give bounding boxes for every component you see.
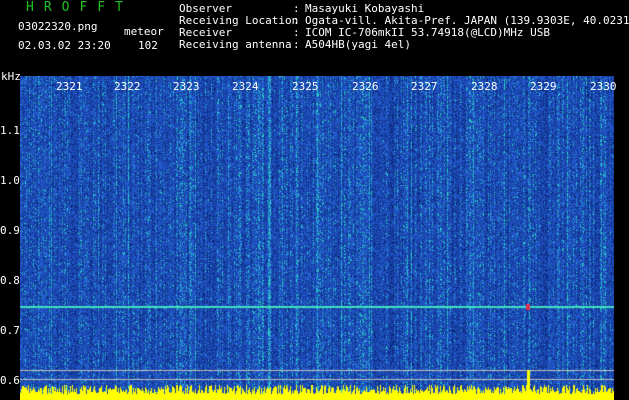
y-label: 0.9 [0, 224, 20, 237]
x-label: 2327 [411, 80, 438, 93]
spectrogram-plot [20, 76, 614, 400]
file-name: 03022320.png [18, 20, 98, 33]
x-label: 2326 [352, 80, 379, 93]
y-label: 0.7 [0, 324, 20, 337]
hrofft-logo: HROFFT [26, 0, 133, 15]
y-label: 0.8 [0, 274, 20, 287]
x-label: 2330 [590, 80, 617, 93]
x-label: 2324 [232, 80, 259, 93]
x-label: 2328 [471, 80, 498, 93]
y-label: 0.6 [0, 374, 20, 387]
mode-label: meteor [124, 25, 164, 38]
datetime: 02.03.02 23:20 [18, 39, 111, 52]
hrofft-window: HROFFT 03022320.png meteor 02.03.02 23:2… [0, 0, 629, 400]
meta-values: Masayuki Kobayashi Ogata-vill. Akita-Pre… [305, 3, 629, 51]
x-label: 2323 [173, 80, 200, 93]
meta-colons: : : : : [293, 3, 300, 51]
x-label: 2321 [56, 80, 83, 93]
count-value: 102 [138, 39, 158, 52]
y-label: 1.1 [0, 124, 20, 137]
antenna-label: Receiving antenna [179, 38, 292, 51]
colon: : [293, 38, 300, 51]
x-label: 2325 [292, 80, 319, 93]
y-unit-label: kHz [1, 70, 21, 83]
antenna-value: A504HB(yagi 4el) [305, 38, 411, 51]
x-label: 2329 [530, 80, 557, 93]
meta-labels: Observer Receiving Location Receiver Rec… [179, 3, 298, 51]
y-label: 1.0 [0, 174, 20, 187]
x-label: 2322 [114, 80, 141, 93]
